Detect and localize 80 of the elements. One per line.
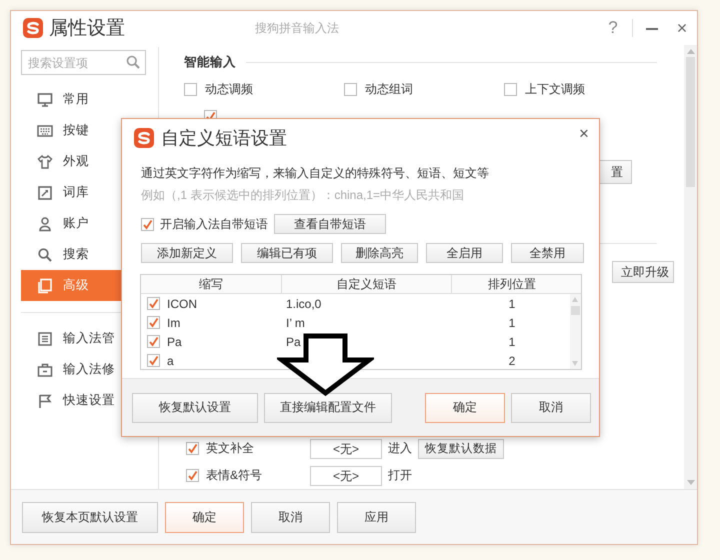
checkbox[interactable] (186, 469, 199, 482)
table-cell: 1.ico,0 (286, 296, 322, 310)
sidebar-icon (37, 278, 53, 294)
checkbox[interactable] (147, 316, 160, 329)
action-button[interactable]: 删除高亮 (341, 243, 418, 263)
description-text: 通过英文字符作为缩写，来输入自定义的特殊符号、短语、短文等 (141, 165, 490, 182)
action-button[interactable]: 添加新定义 (141, 243, 233, 263)
action-label: 打开 (388, 467, 412, 484)
table-cell: 1 (508, 334, 516, 348)
view-phrases-button[interactable]: 查看自带短语 (274, 214, 386, 234)
option-label: 英文补全 (206, 440, 255, 457)
logo-icon (134, 128, 154, 148)
upgrade-button[interactable]: 立即升级 (612, 261, 674, 283)
close-button[interactable]: × (569, 124, 599, 144)
option-label: 上下文调频 (525, 81, 585, 98)
hotkey-field[interactable]: <无> (310, 466, 382, 486)
checkbox[interactable] (344, 83, 357, 96)
sidebar-icon (37, 184, 53, 200)
search-field[interactable]: 搜索设置项 (21, 50, 146, 75)
sidebar-icon (37, 154, 53, 170)
option-label: 动态组词 (365, 81, 413, 98)
checkbox[interactable] (184, 83, 197, 96)
tool-icon (37, 330, 53, 346)
footer-button[interactable]: 取消 (251, 502, 330, 532)
checkbox[interactable] (186, 442, 199, 455)
action-button[interactable]: 全启用 (426, 243, 503, 263)
table-cell: I’ m (286, 316, 305, 330)
scrollbar[interactable] (570, 294, 581, 369)
column-header: 缩写 (141, 275, 282, 293)
footer-button[interactable]: 应用 (337, 502, 416, 532)
table-cell: 2 (508, 354, 516, 368)
column-header: 自定义短语 (282, 275, 452, 293)
checkbox[interactable] (504, 83, 517, 96)
close-button[interactable]: × (667, 18, 697, 38)
help-button[interactable]: ? (598, 18, 628, 38)
tool-icon (37, 392, 53, 408)
table-cell: Pa (286, 334, 301, 348)
column-header: 排列位置 (487, 276, 537, 293)
restore-data-button[interactable]: 恢复默认数据 (418, 438, 504, 458)
checkbox[interactable] (141, 218, 154, 230)
option-label: 动态调频 (205, 81, 253, 98)
checkbox[interactable] (147, 297, 160, 310)
app-name: 搜狗拼音输入法 (255, 20, 340, 36)
action-label: 进入 (388, 440, 412, 457)
sidebar-tool[interactable]: 输入法修 (21, 354, 158, 385)
table-cell: Im (167, 316, 180, 330)
sidebar-item[interactable]: 账户 (21, 208, 158, 239)
sidebar-icon (37, 246, 53, 262)
hotkey-field[interactable]: <无> (310, 438, 382, 458)
sidebar-tool[interactable]: 输入法管 (21, 323, 158, 354)
sidebar-item[interactable]: 常用 (21, 84, 158, 115)
action-button[interactable]: 编辑已有项 (241, 243, 333, 263)
dialog-button[interactable]: 恢复默认设置 (132, 392, 258, 422)
section-heading: 智能输入 (184, 54, 236, 70)
checkbox[interactable] (147, 335, 160, 348)
sidebar-icon (37, 92, 53, 108)
dialog-button[interactable]: 确定 (425, 392, 505, 422)
table-cell: 1 (508, 296, 516, 310)
action-button[interactable]: 全禁用 (511, 243, 584, 263)
sidebar-icon (37, 216, 53, 232)
dialog-title: 自定义短语设置 (161, 127, 288, 150)
dialog-button[interactable]: 直接编辑配置文件 (264, 392, 392, 422)
logo-icon (23, 18, 43, 38)
table-cell: 1 (508, 316, 516, 330)
option-label: 表情&符号 (206, 467, 264, 484)
restore-defaults-button[interactable]: 恢复本页默认设置 (22, 502, 158, 532)
table-cell: a (167, 354, 174, 368)
tool-icon (37, 362, 53, 378)
search-icon (126, 55, 140, 69)
sidebar-item[interactable]: 按键 (21, 115, 158, 146)
window-title: 属性设置 (49, 17, 125, 41)
table-cell: Pa (167, 334, 182, 348)
footer-button[interactable]: 确定 (165, 502, 244, 532)
sidebar-icon (37, 122, 53, 138)
checkbox[interactable] (147, 354, 160, 367)
example-text: 例如（,1 表示候选中的排列位置）：china,1=中华人民共和国 (141, 187, 466, 204)
checkbox-label: 开启输入法自带短语 (160, 216, 268, 232)
dialog-button[interactable]: 取消 (511, 392, 591, 422)
table-cell: ICON (167, 296, 197, 310)
scrollbar[interactable] (684, 45, 697, 489)
